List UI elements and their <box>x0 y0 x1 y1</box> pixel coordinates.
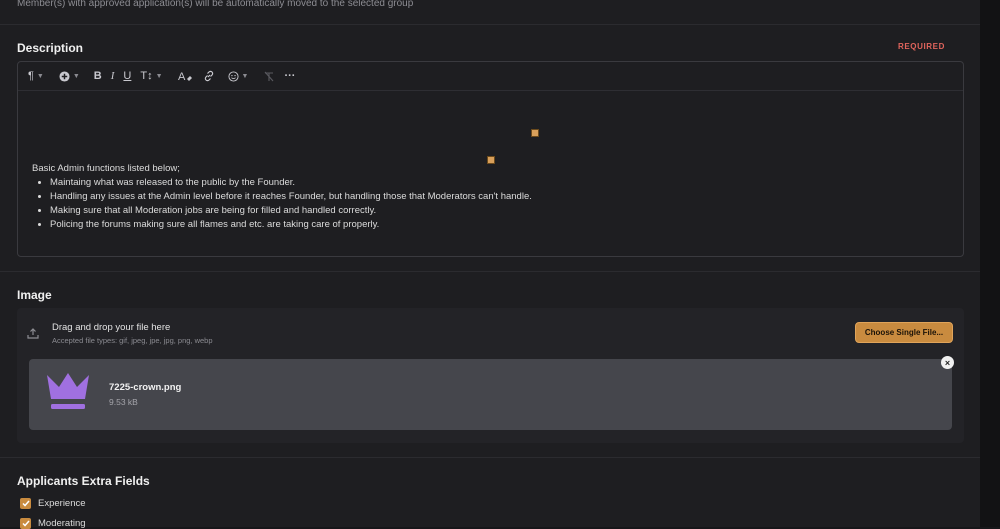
check-icon[interactable] <box>20 518 31 529</box>
dropzone-title: Drag and drop your file here <box>52 322 171 333</box>
divider <box>0 457 980 458</box>
list-item: Maintaing what was released to the publi… <box>50 176 532 190</box>
emoji-button[interactable]: ▼ <box>228 66 249 86</box>
chevron-down-icon: ▼ <box>155 72 163 80</box>
check-icon[interactable] <box>20 498 31 509</box>
link-icon <box>204 70 213 82</box>
underline-button[interactable]: U <box>123 66 131 86</box>
editor-toolbar: ¶ ▼ ▼ B I U T↕ ▼ A ▼ ··· <box>18 62 963 91</box>
clear-format-icon <box>265 71 274 81</box>
extra-fields-title: Applicants Extra Fields <box>17 474 150 488</box>
text-color-button[interactable]: A <box>178 66 194 86</box>
paragraph-icon: ¶ <box>28 70 34 82</box>
checkbox-moderating[interactable]: Moderating <box>20 518 86 529</box>
list-item: Handling any issues at the Admin level b… <box>50 190 532 204</box>
chevron-down-icon: ▼ <box>36 72 44 80</box>
divider <box>0 271 980 272</box>
editor-content[interactable]: Basic Admin functions listed below; Main… <box>32 162 532 232</box>
text-size-icon: T↕ <box>140 70 153 82</box>
svg-text:A: A <box>178 71 186 82</box>
group-move-hint: Member(s) with approved application(s) w… <box>17 0 414 9</box>
crown-icon <box>43 369 93 418</box>
file-name: 7225-crown.png <box>109 382 182 393</box>
italic-button[interactable]: I <box>111 66 115 86</box>
list-item: Making sure that all Moderation jobs are… <box>50 204 532 218</box>
file-dropzone[interactable]: Drag and drop your file here Accepted fi… <box>17 308 964 443</box>
resize-handle[interactable] <box>531 129 539 137</box>
smiley-icon <box>228 70 239 82</box>
plus-circle-icon <box>59 70 70 82</box>
list-item: Policing the forums making sure all flam… <box>50 218 532 232</box>
checkbox-label: Moderating <box>38 518 86 529</box>
chevron-down-icon: ▼ <box>72 72 80 80</box>
accepted-file-types: Accepted file types: gif, jpeg, jpe, jpg… <box>52 336 213 345</box>
divider <box>0 24 980 25</box>
checkbox-experience[interactable]: Experience <box>20 498 86 509</box>
file-size: 9.53 kB <box>109 397 138 407</box>
page-gutter <box>980 0 1000 527</box>
link-button[interactable] <box>203 66 215 86</box>
text-size-button[interactable]: T↕ ▼ <box>140 66 162 86</box>
paragraph-format-button[interactable]: ¶ ▼ <box>28 66 44 86</box>
chevron-down-icon: ▼ <box>241 72 249 80</box>
required-badge: REQUIRED <box>897 42 945 51</box>
bold-button[interactable]: B <box>94 66 102 86</box>
description-editor[interactable]: ¶ ▼ ▼ B I U T↕ ▼ A ▼ ··· Basic Admin fun… <box>17 61 964 257</box>
upload-icon <box>27 326 39 344</box>
settings-panel: Member(s) with approved application(s) w… <box>0 0 980 529</box>
remove-file-button[interactable]: × <box>941 356 954 369</box>
content-intro: Basic Admin functions listed below; <box>32 163 180 174</box>
more-options-button[interactable]: ··· <box>284 66 295 86</box>
image-title: Image <box>17 288 52 302</box>
description-title: Description <box>17 41 84 55</box>
choose-file-button[interactable]: Choose Single File... <box>855 322 953 343</box>
duties-list: Maintaing what was released to the publi… <box>32 176 532 232</box>
clear-format-button[interactable] <box>263 66 275 86</box>
uploaded-file-card: 7225-crown.png 9.53 kB <box>29 359 952 430</box>
text-color-icon: A <box>178 71 192 82</box>
insert-button[interactable]: ▼ <box>59 66 80 86</box>
checkbox-label: Experience <box>38 498 86 509</box>
